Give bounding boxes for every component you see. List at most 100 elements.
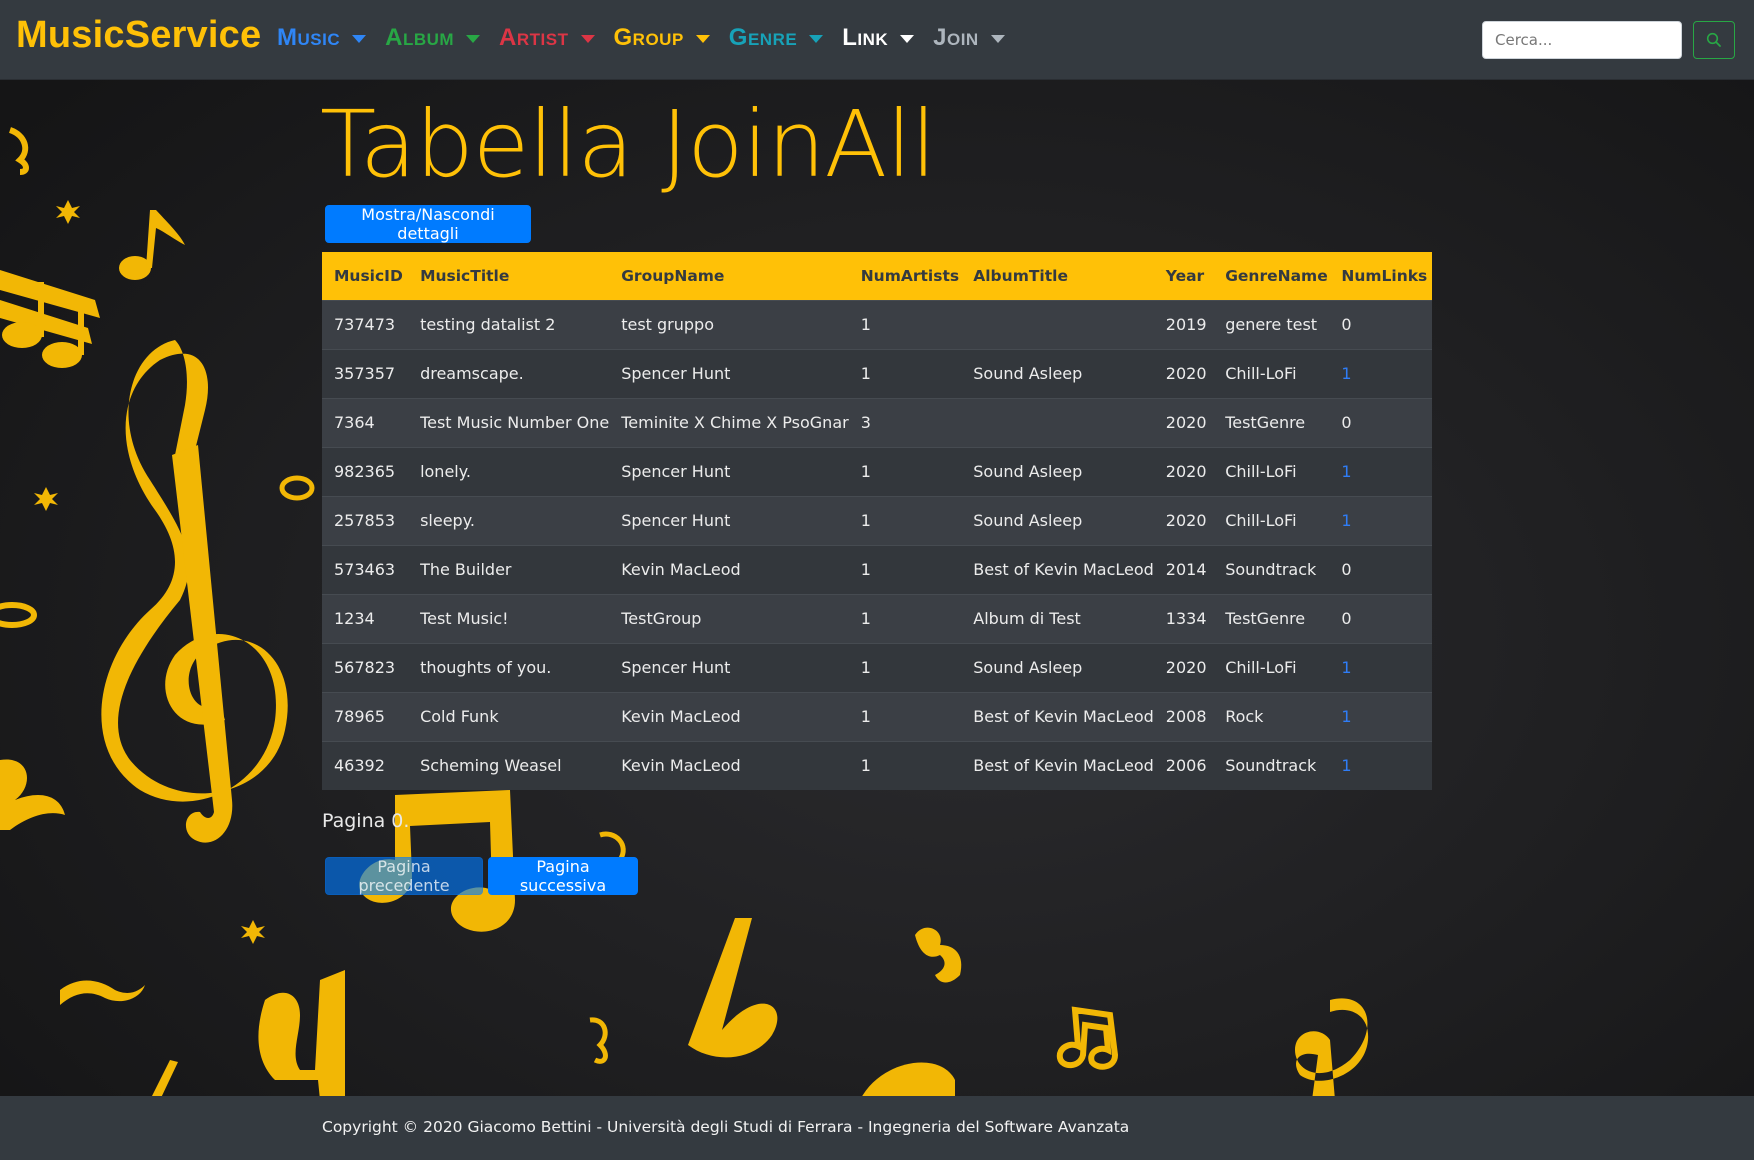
table-cell: 1 [1329, 446, 1432, 496]
column-header: NumArtists [860, 266, 960, 285]
navbar: MusicService Music Album Artist Group Ge… [0, 0, 1754, 80]
table-row: 257853 sleepy. Spencer Hunt 1 Sound Asleep 20… [322, 495, 1432, 545]
caret-down-icon [695, 35, 710, 43]
table-row: 567823 thoughts of you. Spencer Hunt 1 Sound… [322, 642, 1432, 692]
table-cell: 1234 [322, 593, 409, 643]
table-row: 46392 Scheming Weasel Kevin MacLeod 1 Best o… [322, 740, 1432, 790]
table-cell: Soundtrack [1213, 544, 1330, 594]
table-cell: 737473 [322, 299, 409, 349]
table-cell: Test Music Number One [408, 397, 610, 447]
column-header: Year [1165, 266, 1205, 285]
caret-down-icon [580, 35, 595, 43]
table-cell: Chill-LoFi [1213, 642, 1330, 692]
page-title: Tabella JoinAll [320, 91, 936, 198]
table-row: 357357 dreamscape. Spencer Hunt 1 Sound Asle… [322, 348, 1432, 398]
nav-label: Genre [728, 24, 798, 51]
table-cell: 2019 [1153, 299, 1214, 349]
caret-down-icon [809, 35, 824, 43]
table-cell: 1 [1329, 348, 1432, 398]
num-links-link[interactable]: 1 [1341, 756, 1351, 775]
table-cell: 2020 [1153, 495, 1214, 545]
num-links-link[interactable]: 1 [1341, 511, 1351, 530]
next-page-button[interactable]: Pagina successiva [488, 857, 638, 895]
table-header-row: MusicID MusicTitle GroupName NumArtists Albu… [322, 252, 1432, 300]
table-header: MusicID MusicTitle GroupName NumArtists Albu… [322, 252, 1432, 300]
table-cell: 0 [1329, 397, 1432, 447]
table-cell: Spencer Hunt [609, 495, 849, 545]
table-cell: TestGroup [609, 593, 849, 643]
table-cell: 2020 [1153, 446, 1214, 496]
table-cell: 1 [1329, 642, 1432, 692]
search-input[interactable] [1482, 21, 1682, 59]
joinall-table: MusicID MusicTitle GroupName NumArtists Albu… [322, 252, 1432, 790]
table-cell: Best of Kevin MacLeod [961, 544, 1154, 594]
num-links-link[interactable]: 1 [1341, 707, 1351, 726]
brand-logo[interactable]: MusicService [16, 14, 261, 57]
nav-dropdown-genre[interactable]: Genre [728, 24, 824, 52]
table-body: 737473 testing datalist 2 test gruppo 1 2019… [322, 299, 1432, 790]
nav-dropdown-artist[interactable]: Artist [499, 24, 595, 52]
table-cell: 2020 [1153, 348, 1214, 398]
table-cell: 0 [1329, 299, 1432, 349]
table-cell: 1 [848, 593, 962, 643]
table-cell: testing datalist 2 [408, 299, 610, 349]
table-row: 737473 testing datalist 2 test gruppo 1 2019… [322, 299, 1432, 349]
table-cell: sleepy. [408, 495, 610, 545]
search-button[interactable] [1693, 21, 1735, 59]
table-row: 1234 Test Music! TestGroup 1 Album di Test 13… [322, 593, 1432, 643]
num-links-link[interactable]: 1 [1341, 658, 1351, 677]
table-row: 78965 Cold Funk Kevin MacLeod 1 Best of Kevi… [322, 691, 1432, 741]
toggle-details-button[interactable]: Mostra/Nascondi dettagli [325, 205, 531, 243]
nav-dropdown-join[interactable]: Join [933, 24, 1005, 52]
table-cell: TestGenre [1213, 397, 1330, 447]
caret-down-icon [466, 35, 481, 43]
table-cell: Sound Asleep [961, 495, 1154, 545]
nav-dropdown-album[interactable]: Album [385, 24, 481, 52]
table-cell: Spencer Hunt [609, 642, 849, 692]
table-cell: Scheming Weasel [408, 740, 610, 790]
table-cell: 2020 [1153, 642, 1214, 692]
table-cell: Sound Asleep [961, 348, 1154, 398]
caret-down-icon [900, 35, 915, 43]
previous-page-button[interactable]: Pagina precedente [325, 857, 483, 895]
table-cell: Kevin MacLeod [609, 544, 849, 594]
column-header: GenreName [1225, 266, 1328, 285]
caret-down-icon [990, 35, 1005, 43]
table-cell: 3 [848, 397, 962, 447]
table-cell: dreamscape. [408, 348, 610, 398]
table-cell: 357357 [322, 348, 409, 398]
table-cell: Spencer Hunt [609, 446, 849, 496]
table-cell: 2006 [1153, 740, 1214, 790]
table-cell: 1334 [1153, 593, 1214, 643]
table-cell: test gruppo [609, 299, 849, 349]
nav-dropdown-link[interactable]: Link [842, 24, 915, 52]
nav-dropdown-music[interactable]: Music [277, 24, 367, 52]
table-cell: Chill-LoFi [1213, 446, 1330, 496]
nav-dropdown-group[interactable]: Group [614, 24, 710, 52]
num-links-link[interactable]: 1 [1341, 364, 1351, 383]
table-cell: Kevin MacLeod [609, 691, 849, 741]
table-cell: TestGenre [1213, 593, 1330, 643]
table-cell [961, 397, 1154, 447]
table-cell: 2008 [1153, 691, 1214, 741]
table-cell: Soundtrack [1213, 740, 1330, 790]
table-cell: thoughts of you. [408, 642, 610, 692]
table-cell: 1 [848, 642, 962, 692]
table-cell: 2014 [1153, 544, 1214, 594]
table-cell: Best of Kevin MacLeod [961, 691, 1154, 741]
table-cell: 573463 [322, 544, 409, 594]
column-header: AlbumTitle [973, 266, 1068, 285]
table-cell: 982365 [322, 446, 409, 496]
nav-label: Artist [499, 24, 569, 51]
table-cell: Spencer Hunt [609, 348, 849, 398]
table-cell: 78965 [322, 691, 409, 741]
table-cell: Album di Test [961, 593, 1154, 643]
table-cell: Chill-LoFi [1213, 495, 1330, 545]
table-cell: lonely. [408, 446, 610, 496]
table-cell: Sound Asleep [961, 446, 1154, 496]
table-cell: 0 [1329, 593, 1432, 643]
table-cell: 0 [1329, 544, 1432, 594]
nav-menu: Music Album Artist Group Genre Link Join [277, 24, 1024, 52]
table-cell: 1 [848, 691, 962, 741]
num-links-link[interactable]: 1 [1341, 462, 1351, 481]
